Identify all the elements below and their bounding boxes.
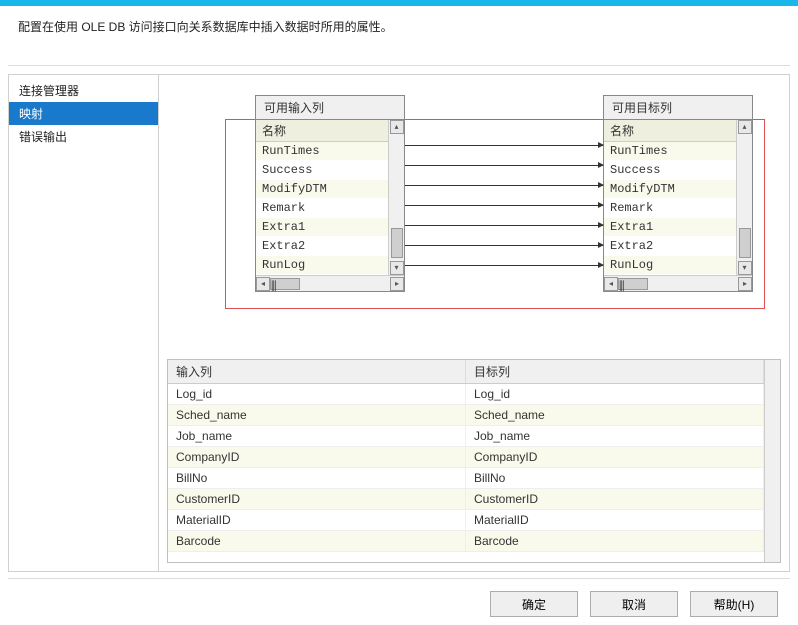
- footer: 确定 取消 帮助(H): [8, 578, 790, 625]
- content-area: 可用输入列 名称 RunTimesSuccessModifyDTMRemarkE…: [158, 74, 790, 572]
- table-row[interactable]: CompanyIDCompanyID: [168, 447, 764, 468]
- grid-header-input[interactable]: 输入列: [168, 360, 466, 383]
- scroll-left-icon[interactable]: ◂: [604, 277, 618, 291]
- grid-cell-input[interactable]: BillNo: [168, 468, 466, 488]
- target-col-row[interactable]: RunLog: [604, 256, 736, 275]
- scroll-right-icon[interactable]: ▸: [738, 277, 752, 291]
- grid-cell-input[interactable]: MaterialID: [168, 510, 466, 530]
- grid-cell-input[interactable]: Log_id: [168, 384, 466, 404]
- table-row[interactable]: Log_idLog_id: [168, 384, 764, 405]
- grid-cell-target[interactable]: MaterialID: [466, 510, 764, 530]
- grid-cell-input[interactable]: Job_name: [168, 426, 466, 446]
- scroll-right-icon[interactable]: ▸: [390, 277, 404, 291]
- scroll-up-icon[interactable]: ▴: [738, 120, 752, 134]
- table-row[interactable]: BillNoBillNo: [168, 468, 764, 489]
- sidebar-item-mapping[interactable]: 映射: [9, 102, 158, 125]
- target-hscroll[interactable]: ◂ ⫼ ▸: [604, 275, 752, 291]
- scroll-left-icon[interactable]: ◂: [256, 277, 270, 291]
- mapping-line[interactable]: [405, 185, 603, 186]
- target-col-header: 名称: [604, 120, 736, 142]
- target-col-row[interactable]: Extra2: [604, 237, 736, 256]
- grid-cell-target[interactable]: CompanyID: [466, 447, 764, 467]
- grid-cell-target[interactable]: BillNo: [466, 468, 764, 488]
- ok-button[interactable]: 确定: [490, 591, 578, 617]
- table-row[interactable]: CustomerIDCustomerID: [168, 489, 764, 510]
- sidebar-item-connection[interactable]: 连接管理器: [9, 79, 158, 102]
- grid-header: 输入列 目标列: [168, 360, 764, 384]
- input-columns-list[interactable]: 名称 RunTimesSuccessModifyDTMRemarkExtra1E…: [256, 120, 388, 275]
- input-col-row[interactable]: RunLog: [256, 256, 388, 275]
- mapping-line[interactable]: [405, 265, 603, 266]
- sidebar: 连接管理器 映射 错误输出: [8, 74, 158, 572]
- mapping-line[interactable]: [405, 165, 603, 166]
- grid-cell-input[interactable]: Barcode: [168, 531, 466, 551]
- grid-cell-input[interactable]: Sched_name: [168, 405, 466, 425]
- grid-cell-target[interactable]: Log_id: [466, 384, 764, 404]
- mapping-area: 可用输入列 名称 RunTimesSuccessModifyDTMRemarkE…: [163, 83, 785, 353]
- input-col-row[interactable]: Success: [256, 161, 388, 180]
- table-row[interactable]: Job_nameJob_name: [168, 426, 764, 447]
- grid-cell-target[interactable]: Barcode: [466, 531, 764, 551]
- scroll-thumb-h[interactable]: ⫼: [270, 278, 300, 290]
- input-columns-title: 可用输入列: [256, 96, 404, 120]
- sidebar-item-error[interactable]: 错误输出: [9, 125, 158, 148]
- table-row[interactable]: Sched_nameSched_name: [168, 405, 764, 426]
- scroll-down-icon[interactable]: ▾: [738, 261, 752, 275]
- input-columns-panel: 可用输入列 名称 RunTimesSuccessModifyDTMRemarkE…: [255, 95, 405, 292]
- mapping-line[interactable]: [405, 225, 603, 226]
- grid-cell-target[interactable]: Job_name: [466, 426, 764, 446]
- mapping-grid: 输入列 目标列 Log_idLog_idSched_nameSched_name…: [167, 359, 781, 563]
- grid-header-target[interactable]: 目标列: [466, 360, 764, 383]
- input-col-row[interactable]: Remark: [256, 199, 388, 218]
- target-columns-panel: 可用目标列 名称 RunTimesSuccessModifyDTMRemarkE…: [603, 95, 753, 292]
- target-vscroll[interactable]: ▴ ▾: [736, 120, 752, 275]
- target-col-row[interactable]: RunTimes: [604, 142, 736, 161]
- target-col-row[interactable]: Remark: [604, 199, 736, 218]
- input-col-row[interactable]: ModifyDTM: [256, 180, 388, 199]
- target-col-row[interactable]: ModifyDTM: [604, 180, 736, 199]
- mapping-line[interactable]: [405, 145, 603, 146]
- scroll-thumb-h[interactable]: ⫼: [618, 278, 648, 290]
- scroll-thumb[interactable]: [739, 228, 751, 258]
- cancel-button[interactable]: 取消: [590, 591, 678, 617]
- input-col-row[interactable]: Extra1: [256, 218, 388, 237]
- table-row[interactable]: MaterialIDMaterialID: [168, 510, 764, 531]
- help-button[interactable]: 帮助(H): [690, 591, 778, 617]
- mapping-line[interactable]: [405, 245, 603, 246]
- page-description: 配置在使用 OLE DB 访问接口向关系数据库中插入数据时所用的属性。: [0, 6, 798, 65]
- scroll-up-icon[interactable]: ▴: [390, 120, 404, 134]
- mapping-line[interactable]: [405, 205, 603, 206]
- target-columns-title: 可用目标列: [604, 96, 752, 120]
- table-row[interactable]: BarcodeBarcode: [168, 531, 764, 552]
- input-col-header: 名称: [256, 120, 388, 142]
- input-col-row[interactable]: RunTimes: [256, 142, 388, 161]
- grid-cell-target[interactable]: Sched_name: [466, 405, 764, 425]
- target-columns-list[interactable]: 名称 RunTimesSuccessModifyDTMRemarkExtra1E…: [604, 120, 736, 275]
- input-hscroll[interactable]: ◂ ⫼ ▸: [256, 275, 404, 291]
- mapping-lines: [405, 137, 603, 313]
- input-vscroll[interactable]: ▴ ▾: [388, 120, 404, 275]
- input-col-row[interactable]: Extra2: [256, 237, 388, 256]
- grid-cell-input[interactable]: CompanyID: [168, 447, 466, 467]
- grid-cell-input[interactable]: CustomerID: [168, 489, 466, 509]
- grid-vscroll[interactable]: [764, 360, 780, 562]
- target-col-row[interactable]: Success: [604, 161, 736, 180]
- grid-cell-target[interactable]: CustomerID: [466, 489, 764, 509]
- target-col-row[interactable]: Extra1: [604, 218, 736, 237]
- scroll-thumb[interactable]: [391, 228, 403, 258]
- scroll-down-icon[interactable]: ▾: [390, 261, 404, 275]
